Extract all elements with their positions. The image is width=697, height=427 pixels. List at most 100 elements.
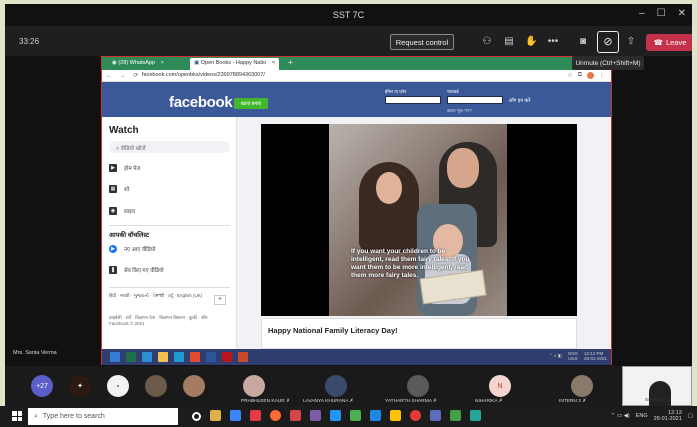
minimize-icon[interactable]: – <box>639 8 645 19</box>
login-button[interactable]: लॉग इन करें <box>509 98 530 104</box>
participant-avatar[interactable]: ◒ <box>107 375 129 397</box>
profile-avatar[interactable] <box>587 72 594 79</box>
extension-icon[interactable]: ⧉ <box>578 72 582 79</box>
chrome-icon[interactable] <box>410 410 421 421</box>
request-control-button[interactable]: Request control <box>390 34 454 50</box>
edge-icon[interactable] <box>174 352 184 362</box>
mic-off-icon: ✗ <box>582 399 587 404</box>
shared-system-tray: ⌃ ◐ ◧ ENG UKS 12:12 PM 28-01-2021 <box>549 351 607 361</box>
participants-icon[interactable]: ⚇ <box>481 36 493 48</box>
word-icon[interactable] <box>206 352 216 362</box>
video-area: If you want your children to be intellig… <box>237 117 611 349</box>
folder-icon[interactable] <box>390 410 401 421</box>
windows-start-icon[interactable] <box>12 411 22 421</box>
clock[interactable]: 12:13 28-01-2021 <box>654 410 682 422</box>
play-icon: ▶ <box>109 245 117 253</box>
more-participants-badge[interactable]: +27 <box>31 375 53 397</box>
more-options-icon[interactable]: ••• <box>547 36 559 48</box>
office-icon[interactable] <box>290 410 301 421</box>
self-video: Sonia Verma <box>622 366 692 406</box>
participant-avatar[interactable] <box>183 375 205 397</box>
email-field[interactable] <box>385 96 441 104</box>
raise-hand-icon[interactable]: ✋ <box>525 36 537 48</box>
mic-muted-icon[interactable]: ⊘ <box>597 31 619 53</box>
participant-avatar[interactable]: N <box>489 375 511 397</box>
tab-label: Open Books - Happy Natio <box>200 60 267 66</box>
tab-close-icon[interactable]: × <box>272 60 275 66</box>
url-text[interactable]: facebook.com/openbks/videos/239978894363… <box>142 72 265 78</box>
input-language[interactable]: ENG <box>636 413 648 419</box>
notifications-icon[interactable]: ▢ <box>688 413 693 419</box>
folder-icon[interactable] <box>158 352 168 362</box>
leave-button[interactable]: ☎ Leave <box>646 34 692 51</box>
app-icon[interactable] <box>250 410 261 421</box>
sidebar-item-home[interactable]: ▶ होम पेज <box>109 164 140 172</box>
app-icon[interactable] <box>470 410 481 421</box>
new-tab-icon[interactable]: + <box>288 58 293 67</box>
teams-icon[interactable] <box>230 410 241 421</box>
participant-name: LAVANYA KHURANA ✗ <box>303 399 354 404</box>
star-icon[interactable]: ☆ <box>567 72 572 79</box>
cortana-icon[interactable] <box>192 412 201 421</box>
camera-off-icon[interactable]: ◙ <box>577 36 589 48</box>
nav-buttons[interactable]: ← → ⟳ <box>106 72 141 79</box>
app-icon[interactable] <box>450 410 461 421</box>
bookmark-icon: ❚ <box>109 266 117 274</box>
video-player[interactable]: If you want your children to be intellig… <box>261 124 577 316</box>
onenote-icon[interactable] <box>310 410 321 421</box>
sidebar-item-new-videos[interactable]: ▶ नए आए वीडियो <box>109 245 155 253</box>
sidebar-item-live[interactable]: ◉ लाइव <box>109 207 135 215</box>
tab-whatsapp[interactable]: ◉ (28) WhatsApp × <box>108 58 168 70</box>
create-account-button[interactable]: खाता बनाएं <box>234 98 268 109</box>
participant-avatar[interactable] <box>145 375 167 397</box>
participants-strip: +27 ✦ ◒ PRABHLEEN KAUR ✗ LAVANYA KHURANA… <box>5 366 692 406</box>
participant-avatar[interactable] <box>407 375 429 397</box>
powerpoint-icon[interactable] <box>238 352 248 362</box>
participant-name: YATHARTH SHARMA ✗ <box>385 399 438 404</box>
store-icon[interactable] <box>142 352 152 362</box>
excel-icon[interactable] <box>126 352 136 362</box>
file-explorer-icon[interactable] <box>210 410 221 421</box>
start-icon[interactable] <box>110 352 120 362</box>
participant-avatar[interactable]: ✦ <box>69 375 91 397</box>
participant-name: PRABHLEEN KAUR ✗ <box>241 399 291 404</box>
taskbar-search-input[interactable]: ⌕ Type here to search <box>28 408 178 425</box>
video-search-input[interactable]: ⌕ वीडियो खोजें <box>109 141 230 153</box>
chrome-icon[interactable] <box>190 352 200 362</box>
divider <box>109 225 230 226</box>
meeting-timer: 33:26 <box>19 37 40 46</box>
participant-avatar[interactable] <box>243 375 265 397</box>
tray-icons[interactable]: ⌃ ▭ ◀) <box>611 413 630 419</box>
add-language-button[interactable]: + <box>214 295 226 305</box>
participant-avatar[interactable] <box>571 375 593 397</box>
word-icon[interactable] <box>330 410 341 421</box>
password-field[interactable] <box>447 96 503 104</box>
share-screen-icon[interactable]: ⇧ <box>625 36 637 48</box>
window-title: SST 7C <box>332 10 365 20</box>
tab-open-books[interactable]: ▣ Open Books - Happy Natio × <box>190 58 279 70</box>
edge-icon[interactable] <box>370 410 381 421</box>
pdf-icon[interactable] <box>222 352 232 362</box>
facebook-header: facebook खाता बनाएं ईमेल या फ़ोन पासवर्ड… <box>102 82 611 117</box>
firefox-icon[interactable] <box>270 410 281 421</box>
excel-icon[interactable] <box>350 410 361 421</box>
sidebar-item-shows[interactable]: ▦ शो <box>109 185 129 193</box>
tab-close-icon[interactable]: × <box>161 60 164 66</box>
sidebar-item-saved-videos[interactable]: ❚ सेव किए गए वीडियो <box>109 266 164 274</box>
chat-icon[interactable]: ▤ <box>503 36 515 48</box>
sidebar-item-label: शो <box>124 187 130 193</box>
language-links[interactable]: हिंदी · मराठी · ગુજરાતી · ਪੰਜਾਬੀ · उर्दू… <box>109 293 209 299</box>
close-icon[interactable]: ✕ <box>678 8 686 19</box>
footer-links[interactable]: प्राइवेसी · शर्तें · विज्ञापन देना · विज… <box>109 315 219 327</box>
mic-off-icon: ✗ <box>498 399 503 404</box>
facebook-logo[interactable]: facebook <box>169 94 233 111</box>
participant-avatar[interactable] <box>325 375 347 397</box>
teams-app-icon[interactable] <box>430 410 441 421</box>
menu-icon[interactable]: ⋮ <box>599 72 605 79</box>
forgot-account-link[interactable]: खाता भूल गए? <box>447 108 472 114</box>
sidebar-item-label: सेव किए गए वीडियो <box>124 268 164 274</box>
browser-actions: ☆ ⧉ ⋮ <box>567 72 605 79</box>
maximize-icon[interactable]: ☐ <box>657 8 666 19</box>
tray-icons[interactable]: ⌃ ◐ ◧ <box>549 353 562 359</box>
self-name: Sonia Verma <box>645 397 671 402</box>
